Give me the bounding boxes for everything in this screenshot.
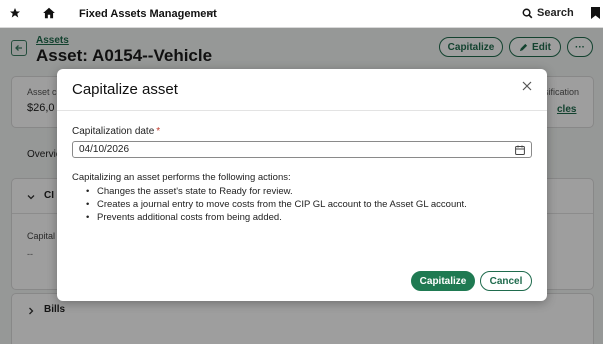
capitalize-asset-dialog: Capitalize asset Capitalization date * 04… (57, 69, 547, 301)
field-label-text: Capitalization date (72, 126, 155, 137)
date-value: 04/10/2026 (79, 144, 130, 155)
list-item: Creates a journal entry to move costs fr… (84, 198, 467, 211)
list-item: Changes the asset's state to Ready for r… (84, 185, 467, 198)
list-item: Prevents additional costs from being add… (84, 211, 467, 224)
divider (57, 110, 547, 111)
search-label: Search (537, 7, 574, 19)
bookmark-icon[interactable] (591, 7, 600, 19)
capitalization-date-label: Capitalization date * (72, 126, 160, 137)
required-marker: * (156, 126, 161, 137)
capitalization-date-input[interactable]: 04/10/2026 (72, 141, 532, 158)
search-icon (522, 8, 533, 18)
cancel-button[interactable]: Cancel (480, 271, 532, 291)
search-button[interactable]: Search (522, 7, 574, 19)
close-icon[interactable] (521, 80, 533, 92)
star-icon[interactable] (9, 7, 21, 19)
top-navigation-bar: Fixed Assets Management Search (0, 0, 603, 28)
app-name[interactable]: Fixed Assets Management (79, 8, 217, 20)
chevron-down-icon[interactable] (205, 8, 215, 18)
capitalize-button[interactable]: Capitalize (411, 271, 475, 291)
dialog-title: Capitalize asset (72, 81, 178, 98)
actions-list: Changes the asset's state to Ready for r… (84, 185, 467, 224)
dialog-description: Capitalizing an asset performs the follo… (72, 172, 291, 183)
home-icon[interactable] (42, 6, 56, 20)
calendar-icon[interactable] (515, 145, 525, 155)
